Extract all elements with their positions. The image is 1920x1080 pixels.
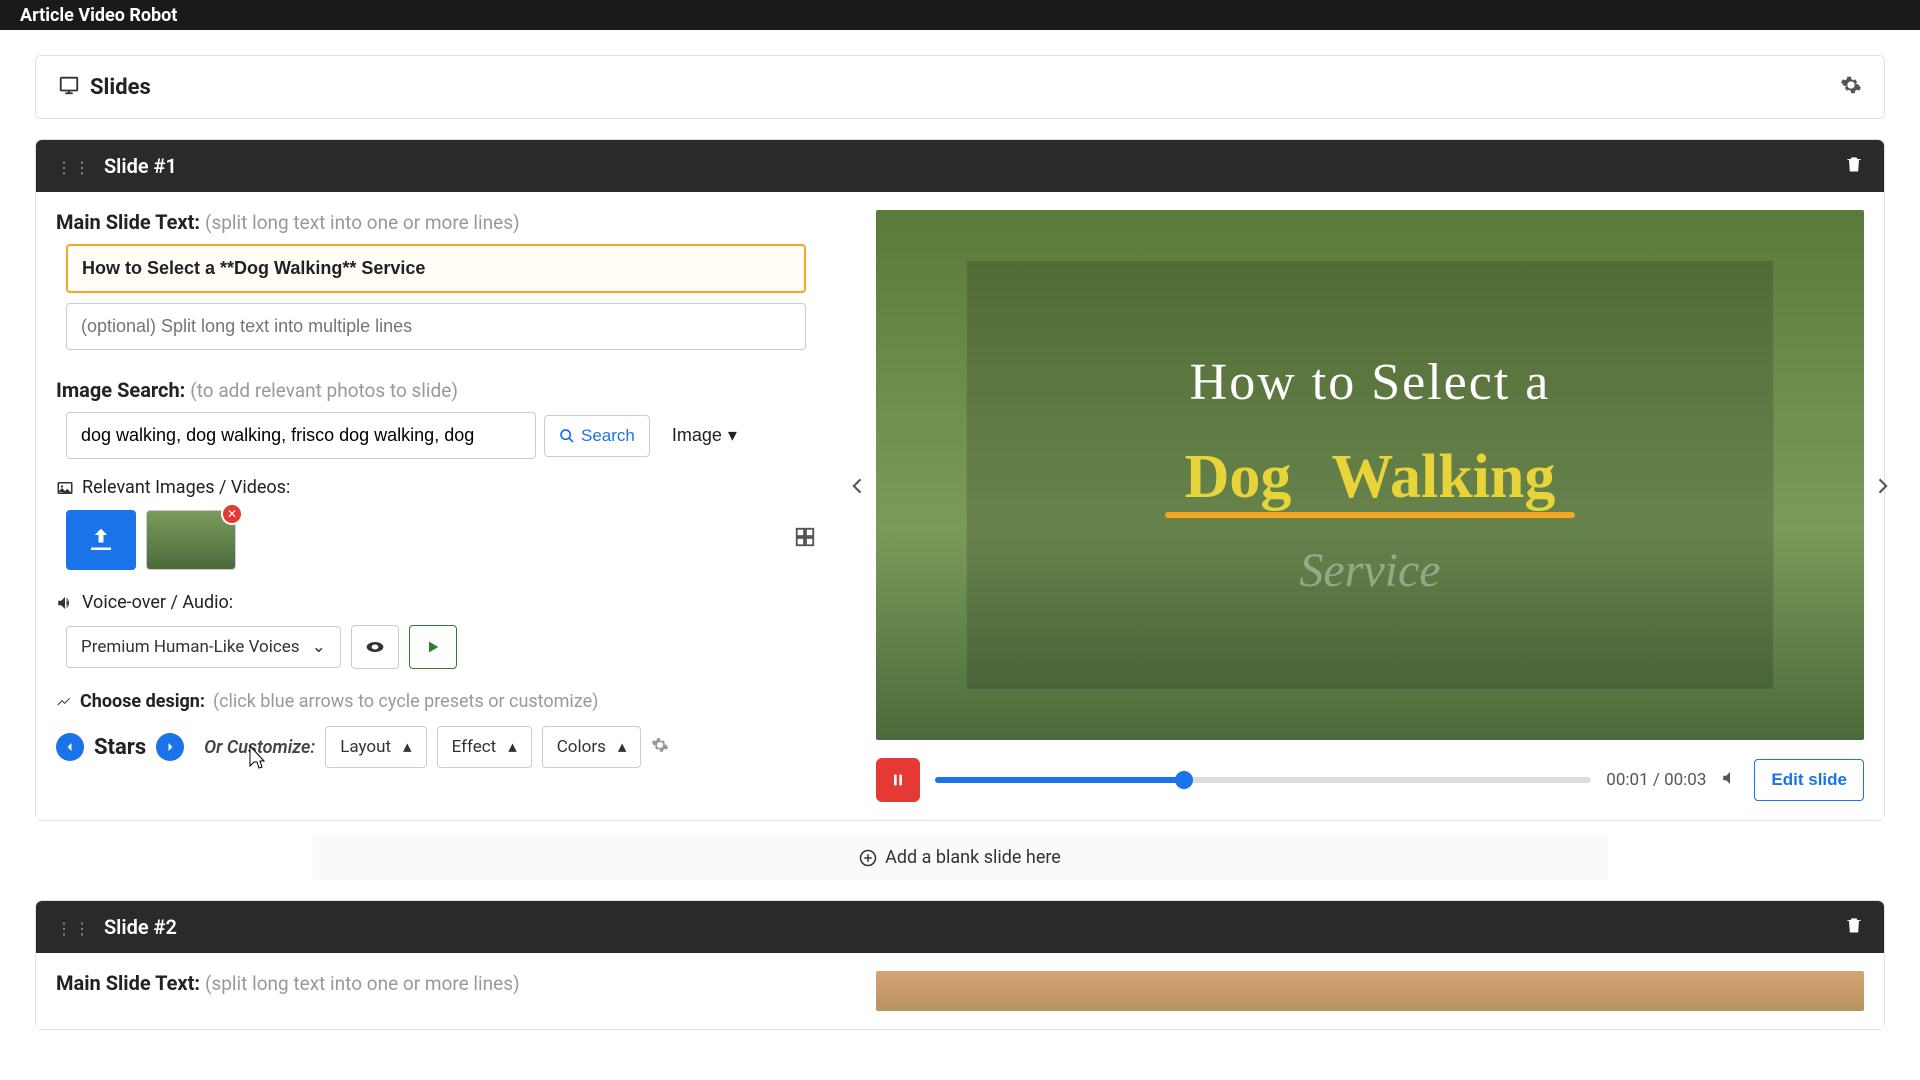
top-nav-bar: Article Video Robot (0, 0, 1920, 30)
preview-text-line1: How to Select a (1190, 353, 1551, 412)
play-audio-button[interactable] (409, 625, 457, 669)
caret-up-icon: ▴ (508, 737, 517, 757)
add-blank-slide-button[interactable]: Add a blank slide here (313, 835, 1608, 880)
preview-prev-arrow[interactable] (848, 470, 868, 506)
customize-label: Or Customize: (204, 737, 315, 758)
slide-preview-2 (876, 971, 1864, 1011)
image-thumbnail[interactable]: ✕ (146, 510, 236, 570)
choose-design-label: Choose design: (click blue arrows to cyc… (56, 691, 856, 712)
caret-down-icon: ▾ (728, 425, 737, 446)
colors-dropdown[interactable]: Colors▴ (542, 726, 642, 768)
preview-underline (1165, 512, 1576, 518)
preview-highlight-word1: Dog (1185, 442, 1292, 513)
preview-next-arrow[interactable] (1872, 470, 1892, 506)
slides-icon (58, 74, 80, 100)
chevron-down-icon: ⌄ (312, 637, 326, 657)
slide-header-1: ⋮⋮ Slide #1 (36, 140, 1884, 192)
optional-text-input[interactable] (66, 303, 806, 350)
slide-title: Slide #2 (104, 915, 177, 939)
preview-text-line3: Service (1299, 543, 1440, 598)
slides-panel-header: Slides (35, 55, 1885, 119)
delete-slide-icon[interactable] (1844, 915, 1864, 939)
effect-dropdown[interactable]: Effect▴ (437, 726, 532, 768)
slide-preview: How to Select a Dog Walking Service (876, 210, 1864, 740)
image-dropdown[interactable]: Image ▾ (658, 415, 751, 456)
voice-dropdown[interactable]: Premium Human-Like Voices ⌄ (66, 626, 341, 668)
caret-up-icon: ▴ (618, 737, 627, 757)
voiceover-label: Voice-over / Audio: (56, 592, 856, 613)
drag-handle-icon[interactable]: ⋮⋮ (56, 158, 92, 177)
design-settings-icon[interactable] (651, 736, 669, 759)
settings-gear-icon[interactable] (1840, 74, 1862, 100)
prev-preset-button[interactable] (56, 733, 84, 761)
image-search-input[interactable] (66, 412, 536, 459)
search-button[interactable]: Search (544, 415, 650, 457)
image-search-label: Image Search: (to add relevant photos to… (56, 378, 856, 402)
playback-time: 00:01 / 00:03 (1606, 770, 1706, 790)
preview-highlight-word2: Walking (1331, 442, 1555, 513)
panel-title: Slides (90, 75, 151, 100)
slide-header-2: ⋮⋮ Slide #2 (36, 901, 1884, 953)
main-slide-text-input[interactable] (66, 244, 806, 293)
drag-handle-icon[interactable]: ⋮⋮ (56, 919, 92, 938)
scrubber-handle[interactable] (1175, 771, 1193, 789)
edit-slide-button[interactable]: Edit slide (1754, 759, 1864, 801)
caret-up-icon: ▴ (403, 737, 412, 757)
main-text-label-2: Main Slide Text: (split long text into o… (56, 971, 856, 995)
grid-view-icon[interactable] (794, 526, 856, 554)
slide-card-2: ⋮⋮ Slide #2 Main Slide Text: (split long… (35, 900, 1885, 1030)
relevant-images-label: Relevant Images / Videos: (56, 477, 856, 498)
slide-title: Slide #1 (104, 154, 177, 178)
remove-thumbnail-icon[interactable]: ✕ (221, 503, 243, 525)
next-preset-button[interactable] (156, 733, 184, 761)
layout-dropdown[interactable]: Layout▴ (325, 726, 426, 768)
playback-scrubber[interactable] (935, 777, 1591, 783)
slide-card-1: ⋮⋮ Slide #1 Main Slide Text: (split long… (35, 139, 1885, 821)
brand-logo: Article Video Robot (20, 5, 177, 26)
voice-settings-button[interactable] (351, 625, 399, 669)
main-text-label: Main Slide Text: (split long text into o… (56, 210, 856, 234)
delete-slide-icon[interactable] (1844, 154, 1864, 178)
volume-icon[interactable] (1721, 769, 1739, 792)
upload-image-button[interactable] (66, 510, 136, 570)
pause-button[interactable] (876, 758, 920, 802)
preset-name: Stars (94, 735, 146, 760)
